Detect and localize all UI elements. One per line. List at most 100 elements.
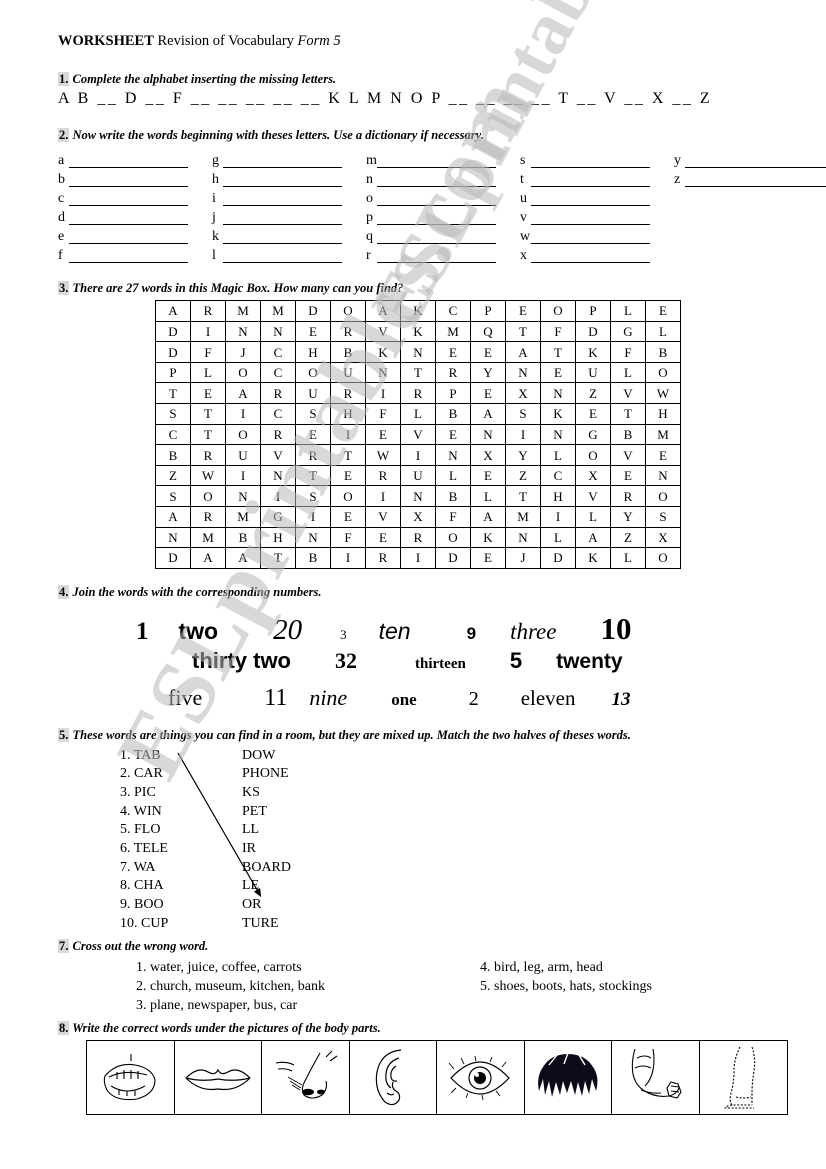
magic-box-cell[interactable]: E (645, 300, 681, 322)
word-input-line[interactable] (377, 211, 496, 225)
match-left-half[interactable]: 3. PIC (120, 784, 242, 803)
magic-box-cell[interactable]: Z (155, 464, 191, 487)
magic-box-cell[interactable]: T (190, 403, 226, 425)
magic-box-cell[interactable]: R (365, 464, 401, 487)
magic-box-cell[interactable]: N (505, 526, 541, 549)
picture-cell[interactable] (87, 1041, 175, 1115)
magic-box-cell[interactable]: A (190, 547, 226, 569)
magic-box-cell[interactable]: E (435, 341, 471, 363)
number-token-thirteen[interactable]: thirteen (415, 656, 466, 673)
magic-box-grid[interactable]: ARMMDOAKCPEOPLEDINNERVKMQTFDGLDFJCHBKNEE… (155, 300, 681, 569)
magic-box-cell[interactable]: R (260, 382, 296, 405)
magic-box-cell[interactable]: C (260, 403, 296, 425)
magic-box-cell[interactable]: L (190, 361, 226, 384)
magic-box-cell[interactable]: K (365, 341, 401, 363)
magic-box-cell[interactable]: I (260, 485, 296, 507)
magic-box-cell[interactable]: I (225, 403, 261, 425)
magic-box-cell[interactable]: D (155, 341, 191, 363)
magic-box-cell[interactable]: M (190, 526, 226, 549)
magic-box-cell[interactable]: P (435, 382, 471, 405)
number-token-13[interactable]: 13 (612, 689, 631, 711)
picture-cell[interactable] (175, 1041, 262, 1115)
magic-box-cell[interactable]: R (330, 382, 366, 405)
magic-box-cell[interactable]: M (260, 300, 296, 322)
magic-box-cell[interactable]: F (190, 341, 226, 363)
magic-box-cell[interactable]: D (155, 547, 191, 569)
magic-box-cell[interactable]: R (190, 300, 226, 322)
number-token-one[interactable]: one (391, 690, 417, 710)
word-input-line[interactable] (69, 192, 188, 206)
magic-box-cell[interactable]: N (645, 464, 681, 487)
word-input-line[interactable] (223, 249, 342, 263)
magic-box-cell[interactable]: C (260, 341, 296, 363)
magic-box-cell[interactable]: T (610, 403, 646, 425)
magic-box-cell[interactable]: I (190, 320, 226, 343)
magic-box-cell[interactable]: M (225, 506, 261, 528)
magic-box-cell[interactable]: E (470, 382, 506, 405)
match-left-half[interactable]: 8. CHA (120, 877, 242, 896)
magic-box-cell[interactable]: O (225, 423, 261, 446)
word-input-line[interactable] (377, 192, 496, 206)
magic-box-cell[interactable]: I (330, 547, 366, 569)
word-input-line[interactable] (223, 211, 342, 225)
magic-box-cell[interactable]: X (470, 444, 506, 466)
magic-box-cell[interactable]: E (610, 464, 646, 487)
magic-box-cell[interactable]: I (540, 506, 576, 528)
magic-box-cell[interactable]: Q (470, 320, 506, 343)
magic-box-cell[interactable]: X (505, 382, 541, 405)
magic-box-cell[interactable]: N (540, 423, 576, 446)
magic-box-cell[interactable]: O (540, 300, 576, 322)
magic-box-cell[interactable]: N (400, 341, 436, 363)
word-input-line[interactable] (531, 192, 650, 206)
magic-box-cell[interactable]: N (435, 444, 471, 466)
magic-box-cell[interactable]: U (295, 382, 331, 405)
magic-box-cell[interactable]: D (155, 320, 191, 343)
word-input-line[interactable] (377, 230, 496, 244)
magic-box-cell[interactable]: R (190, 506, 226, 528)
word-input-line[interactable] (69, 211, 188, 225)
magic-box-cell[interactable]: E (330, 464, 366, 487)
word-input-line[interactable] (685, 154, 826, 168)
magic-box-cell[interactable]: A (505, 341, 541, 363)
word-input-line[interactable] (531, 154, 650, 168)
magic-box-cell[interactable]: A (470, 403, 506, 425)
magic-box-cell[interactable]: L (435, 464, 471, 487)
magic-box-cell[interactable]: K (575, 547, 611, 569)
magic-box-cell[interactable]: N (225, 485, 261, 507)
magic-box-cell[interactable]: U (225, 444, 261, 466)
magic-box-cell[interactable]: B (155, 444, 191, 466)
magic-box-cell[interactable]: I (365, 485, 401, 507)
number-token-thirty-two[interactable]: thirty two (192, 648, 291, 674)
number-token-1[interactable]: 1 (136, 618, 149, 646)
match-right-half[interactable]: BOARD (242, 859, 382, 878)
magic-box-cell[interactable]: K (575, 341, 611, 363)
magic-box-cell[interactable]: L (610, 361, 646, 384)
magic-box-cell[interactable]: F (610, 341, 646, 363)
magic-box-cell[interactable]: H (540, 485, 576, 507)
magic-box-cell[interactable]: O (645, 547, 681, 569)
magic-box-cell[interactable]: C (540, 464, 576, 487)
magic-box-cell[interactable]: N (505, 361, 541, 384)
magic-box-cell[interactable]: H (330, 403, 366, 425)
match-left-half[interactable]: 6. TELE (120, 840, 242, 859)
magic-box-cell[interactable]: E (295, 320, 331, 343)
picture-cell[interactable] (700, 1041, 788, 1114)
magic-box-cell[interactable]: L (610, 300, 646, 322)
word-input-line[interactable] (685, 173, 826, 187)
word-input-line[interactable] (223, 173, 342, 187)
number-token-32[interactable]: 32 (335, 648, 357, 674)
number-token-20[interactable]: 20 (273, 614, 302, 647)
word-input-line[interactable] (223, 192, 342, 206)
magic-box-cell[interactable]: Y (505, 444, 541, 466)
magic-box-cell[interactable]: E (330, 506, 366, 528)
picture-cell[interactable] (437, 1041, 525, 1115)
magic-box-cell[interactable]: B (330, 341, 366, 363)
match-right-half[interactable]: IR (242, 840, 382, 859)
word-input-line[interactable] (223, 230, 342, 244)
magic-box-cell[interactable]: T (155, 382, 191, 405)
magic-box-cell[interactable]: O (645, 361, 681, 384)
magic-box-cell[interactable]: E (540, 361, 576, 384)
magic-box-cell[interactable]: G (260, 506, 296, 528)
magic-box-cell[interactable]: R (190, 444, 226, 466)
magic-box-cell[interactable]: E (295, 423, 331, 446)
